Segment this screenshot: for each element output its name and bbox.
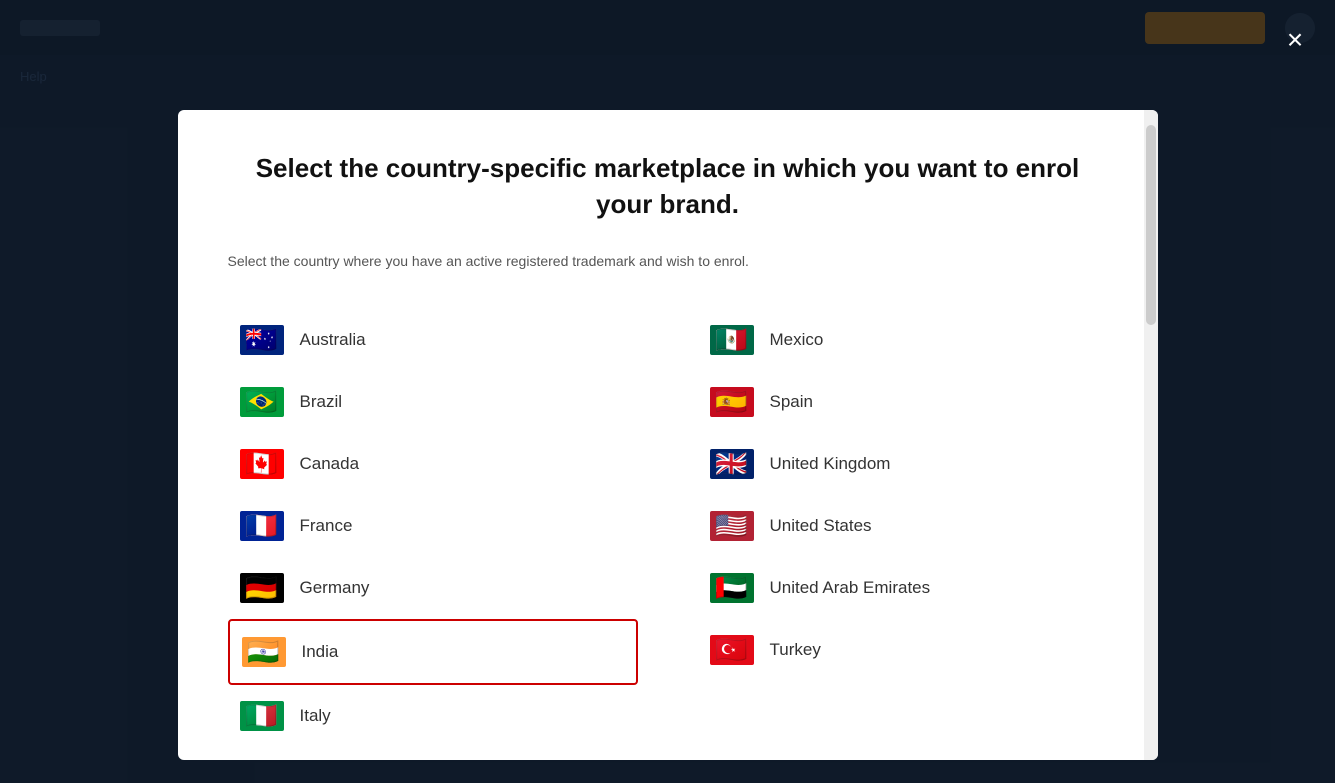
flag-mx-icon	[710, 325, 754, 355]
country-name-fr: France	[300, 516, 353, 536]
country-name-tr: Turkey	[770, 640, 821, 660]
flag-it-icon	[240, 701, 284, 731]
country-item-it[interactable]: Italy	[228, 685, 638, 747]
country-item-ae[interactable]: United Arab Emirates	[698, 557, 1108, 619]
flag-ae-icon	[710, 573, 754, 603]
flag-fr-icon	[240, 511, 284, 541]
country-item-ca[interactable]: Canada	[228, 433, 638, 495]
flag-tr-icon	[710, 635, 754, 665]
country-item-us[interactable]: United States	[698, 495, 1108, 557]
country-name-in: India	[302, 642, 339, 662]
country-name-gb: United Kingdom	[770, 454, 891, 474]
country-name-ca: Canada	[300, 454, 360, 474]
country-name-ae: United Arab Emirates	[770, 578, 931, 598]
country-item-gb[interactable]: United Kingdom	[698, 433, 1108, 495]
flag-in-icon	[242, 637, 286, 667]
country-name-de: Germany	[300, 578, 370, 598]
modal-title: Select the country-specific marketplace …	[228, 150, 1108, 223]
flag-gb-icon	[710, 449, 754, 479]
flag-br-icon	[240, 387, 284, 417]
country-right-col: Mexico Spain United Kingdom United State…	[698, 309, 1108, 747]
flag-au-icon	[240, 325, 284, 355]
country-item-de[interactable]: Germany	[228, 557, 638, 619]
flag-es-icon	[710, 387, 754, 417]
modal-subtitle: Select the country where you have an act…	[228, 253, 1108, 269]
modal: Select the country-specific marketplace …	[178, 110, 1158, 760]
country-grid: Australia Brazil Canada France	[228, 309, 1108, 747]
country-item-in[interactable]: India	[228, 619, 638, 685]
country-item-tr[interactable]: Turkey	[698, 619, 1108, 681]
country-item-au[interactable]: Australia	[228, 309, 638, 371]
country-item-es[interactable]: Spain	[698, 371, 1108, 433]
modal-overlay: Select the country-specific marketplace …	[0, 0, 1335, 783]
scrollbar-thumb[interactable]	[1146, 125, 1156, 325]
country-left-col: Australia Brazil Canada France	[228, 309, 638, 747]
country-item-fr[interactable]: France	[228, 495, 638, 557]
close-button[interactable]: ×	[1277, 22, 1313, 58]
modal-scroll-container[interactable]: Select the country-specific marketplace …	[178, 110, 1158, 760]
country-name-it: Italy	[300, 706, 331, 726]
country-name-mx: Mexico	[770, 330, 824, 350]
country-name-es: Spain	[770, 392, 813, 412]
flag-us-icon	[710, 511, 754, 541]
flag-de-icon	[240, 573, 284, 603]
country-item-mx[interactable]: Mexico	[698, 309, 1108, 371]
country-name-us: United States	[770, 516, 872, 536]
country-name-au: Australia	[300, 330, 366, 350]
country-item-br[interactable]: Brazil	[228, 371, 638, 433]
flag-ca-icon	[240, 449, 284, 479]
scrollbar-track	[1144, 110, 1158, 760]
country-name-br: Brazil	[300, 392, 343, 412]
